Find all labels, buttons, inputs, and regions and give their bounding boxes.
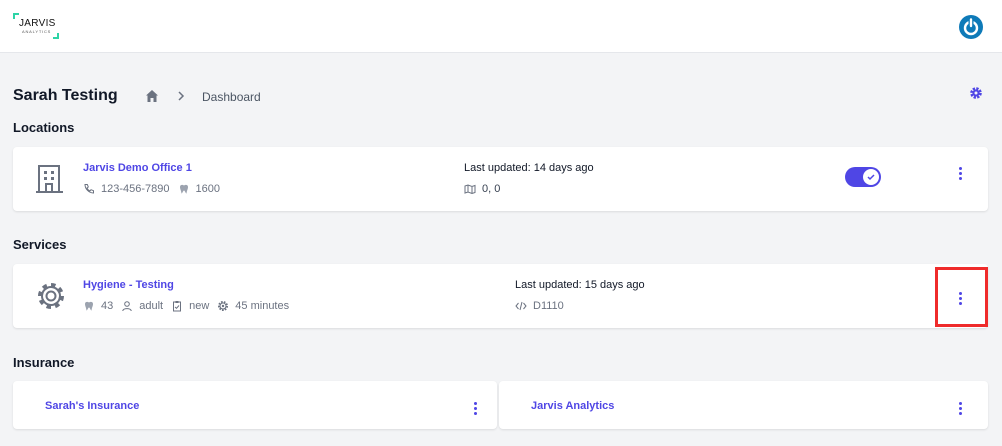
service-updated: Last updated: 15 days ago — [515, 279, 645, 291]
phone-icon — [84, 184, 94, 194]
location-coords: 0, 0 — [464, 183, 500, 195]
gear-icon[interactable] — [969, 86, 983, 100]
insurance-card: Sarah's Insurance — [13, 381, 497, 429]
location-card: Jarvis Demo Office 1 123-456-7890 1600 L… — [13, 147, 988, 211]
page-title: Sarah Testing — [13, 87, 118, 104]
section-title-insurance: Insurance — [13, 355, 75, 370]
logo-name: JARVIS — [19, 18, 56, 29]
service-count: 43 — [101, 300, 114, 312]
toggle-knob — [863, 169, 879, 185]
service-code: D1110 — [515, 300, 564, 312]
service-name-link[interactable]: Hygiene - Testing — [83, 279, 174, 291]
highlight-box — [935, 267, 988, 327]
location-updated: Last updated: 14 days ago — [464, 162, 594, 174]
tooth-icon — [179, 184, 188, 194]
section-title-locations: Locations — [13, 120, 75, 135]
insurance-name-link[interactable]: Sarah's Insurance — [45, 400, 139, 412]
cog-icon — [218, 301, 229, 311]
insurance-more-menu-button[interactable] — [957, 402, 963, 418]
insurance-card: Jarvis Analytics — [499, 381, 988, 429]
chevron-right-icon — [178, 91, 185, 101]
service-patient-type: adult — [139, 300, 164, 312]
location-coords-value: 0, 0 — [482, 183, 501, 195]
code-icon — [515, 301, 527, 311]
service-card: Hygiene - Testing 43 adult new 45 minute… — [13, 264, 988, 328]
map-icon — [464, 184, 476, 195]
breadcrumb-dashboard[interactable]: Dashboard — [202, 90, 261, 104]
service-status: new — [189, 300, 210, 312]
location-meta: 123-456-7890 1600 — [83, 183, 220, 195]
gear-icon — [38, 283, 64, 309]
service-duration: 45 minutes — [235, 300, 290, 312]
power-icon[interactable] — [958, 14, 984, 40]
location-enabled-toggle[interactable] — [845, 167, 881, 187]
clipboard-icon — [173, 301, 182, 312]
insurance-name-link[interactable]: Jarvis Analytics — [531, 400, 614, 412]
section-title-services: Services — [13, 237, 67, 252]
service-meta: 43 adult new 45 minutes — [83, 300, 289, 312]
service-code-value: D1110 — [533, 300, 564, 312]
building-icon — [36, 165, 63, 193]
top-bar: JARVIS ANALYTICS — [0, 0, 1002, 53]
location-name-link[interactable]: Jarvis Demo Office 1 — [83, 162, 192, 174]
location-more-menu-button[interactable] — [957, 167, 963, 183]
logo-corner-icon — [53, 33, 59, 39]
jarvis-logo[interactable]: JARVIS ANALYTICS — [13, 13, 59, 39]
home-icon[interactable] — [145, 89, 159, 103]
location-count: 1600 — [195, 183, 220, 195]
logo-subtitle: ANALYTICS — [22, 29, 52, 34]
tooth-icon — [85, 301, 93, 311]
user-icon — [122, 301, 132, 312]
insurance-more-menu-button[interactable] — [472, 402, 478, 418]
check-icon — [867, 174, 875, 181]
location-phone: 123-456-7890 — [101, 183, 170, 195]
